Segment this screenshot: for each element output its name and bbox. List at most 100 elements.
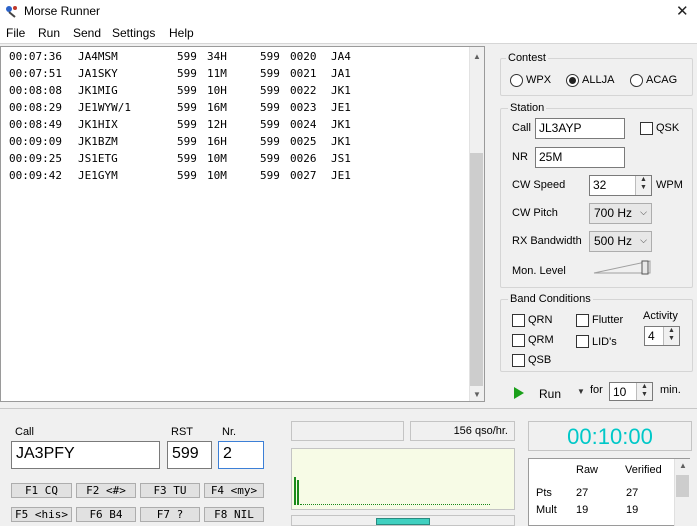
mon-level-label: Mon. Level	[512, 265, 566, 277]
app-icon	[6, 6, 17, 18]
entry-rst-label: RST	[171, 426, 193, 438]
radio-wpx[interactable]	[510, 74, 523, 87]
score-verified-pts: 27	[626, 487, 639, 499]
menu-send[interactable]: Send	[73, 26, 101, 40]
activity-label: Activity	[643, 310, 678, 322]
tuner-track[interactable]	[291, 515, 515, 526]
radio-acag[interactable]	[630, 74, 643, 87]
chevron-down-icon: ⌵	[640, 235, 647, 245]
spin-arrows-icon[interactable]: ▲ ▼	[636, 383, 652, 400]
divider	[0, 408, 697, 409]
run-minutes-spinner[interactable]: 10 ▲ ▼	[609, 382, 653, 401]
activity-value: 4	[648, 329, 655, 343]
station-call-field[interactable]: JL3AYP	[535, 118, 625, 139]
scroll-down-icon[interactable]: ▼	[473, 390, 481, 399]
qrn-checkbox[interactable]	[512, 314, 525, 327]
f2-exchange-button[interactable]: F2 <#>	[76, 483, 136, 498]
radio-allja[interactable]	[566, 74, 579, 87]
score-label-pts: Pts	[536, 487, 552, 499]
mon-level-slider[interactable]	[592, 259, 654, 275]
menu-settings[interactable]: Settings	[112, 26, 155, 40]
qsb-label: QSB	[528, 354, 552, 366]
chevron-down-icon: ⌵	[640, 207, 647, 217]
entry-nr-label: Nr.	[222, 426, 237, 438]
score-scrollbar[interactable]: ▲	[674, 459, 690, 526]
band-conditions-label: Band Conditions	[508, 293, 593, 305]
wpm-label: WPM	[656, 179, 683, 191]
spin-arrows-icon[interactable]: ▲ ▼	[635, 176, 651, 195]
station-call-label: Call	[512, 122, 531, 134]
score-header-verified: Verified	[625, 464, 662, 476]
contest-timer: 00:10:00	[528, 421, 692, 451]
station-nr-label: NR	[512, 151, 528, 163]
f7-query-button[interactable]: F7 ?	[140, 507, 200, 522]
menu-bar: File Run Send Settings Help	[0, 22, 697, 44]
qrm-checkbox[interactable]	[512, 334, 525, 347]
run-minutes-value: 10	[613, 385, 627, 399]
f5-his-button[interactable]: F5 <his>	[11, 507, 72, 522]
station-label: Station	[508, 102, 547, 114]
score-scroll-thumb[interactable]	[676, 475, 689, 497]
scope-bar	[294, 477, 296, 505]
scope-baseline	[300, 504, 490, 505]
min-label: min.	[660, 384, 681, 396]
run-button-label[interactable]: Run	[539, 387, 561, 401]
qsb-checkbox[interactable]	[512, 354, 525, 367]
lids-checkbox[interactable]	[576, 335, 589, 348]
f6-b4-button[interactable]: F6 B4	[76, 507, 136, 522]
cw-speed-value: 32	[593, 178, 607, 192]
qsk-label: QSK	[656, 122, 680, 134]
f3-tu-button[interactable]: F3 TU	[140, 483, 200, 498]
status-panel	[291, 421, 404, 441]
run-play-icon[interactable]	[513, 386, 525, 400]
lids-label: LID's	[592, 336, 617, 348]
activity-spinner[interactable]: 4 ▲ ▼	[644, 326, 680, 346]
f1-cq-button[interactable]: F1 CQ	[11, 483, 72, 498]
cw-pitch-label: CW Pitch	[512, 207, 558, 219]
menu-run[interactable]: Run	[38, 26, 60, 40]
score-raw-pts: 27	[576, 487, 589, 499]
qsk-checkbox[interactable]	[640, 122, 653, 135]
f4-my-button[interactable]: F4 <my>	[204, 483, 264, 498]
close-icon[interactable]: ✕	[676, 2, 689, 20]
entry-nr-field[interactable]: 2	[218, 441, 264, 469]
f8-nil-button[interactable]: F8 NIL	[204, 507, 264, 522]
flutter-label: Flutter	[592, 314, 624, 326]
scroll-thumb[interactable]	[470, 153, 483, 386]
rx-bandwidth-label: RX Bandwidth	[512, 235, 582, 247]
rx-bandwidth-value: 500 Hz	[594, 234, 633, 248]
cw-speed-spinner[interactable]: 32 ▲ ▼	[589, 175, 652, 196]
radio-allja-label: ALLJA	[582, 74, 615, 86]
score-table: Raw Verified Pts 27 27 Mult 19 19 ▲	[528, 458, 690, 526]
title-bar	[0, 0, 697, 22]
cw-pitch-select[interactable]: 700 Hz ⌵	[589, 203, 652, 224]
score-verified-mult: 19	[626, 504, 639, 516]
rx-bandwidth-select[interactable]: 500 Hz ⌵	[589, 231, 652, 252]
scroll-up-icon[interactable]: ▲	[473, 52, 481, 61]
entry-call-field[interactable]: JA3PFY	[11, 441, 160, 469]
scope-panel	[291, 448, 515, 510]
score-label-mult: Mult	[536, 504, 557, 516]
tuner-indicator[interactable]	[376, 518, 430, 525]
entry-call-label: Call	[15, 426, 34, 438]
qso-log[interactable]: 00:07:36 JA4MSM 599 34H 599 0020 JA4 00:07:51 J…	[0, 46, 485, 402]
scope-bar	[297, 480, 299, 505]
radio-selected-dot	[569, 77, 576, 84]
cw-pitch-value: 700 Hz	[594, 206, 633, 220]
station-nr-field[interactable]: 25M	[535, 147, 625, 168]
radio-wpx-label: WPX	[526, 74, 552, 86]
run-dropdown-icon[interactable]: ▼	[577, 387, 585, 396]
scroll-up-icon[interactable]: ▲	[679, 461, 687, 470]
cw-speed-label: CW Speed	[512, 179, 566, 191]
spin-arrows-icon[interactable]: ▲ ▼	[663, 327, 679, 345]
score-raw-mult: 19	[576, 504, 589, 516]
radio-acag-label: ACAG	[646, 74, 678, 86]
menu-file[interactable]: File	[6, 26, 25, 40]
flutter-checkbox[interactable]	[576, 314, 589, 327]
slider-thumb	[641, 260, 649, 275]
rate-display: 156 qso/hr.	[410, 421, 515, 441]
menu-help[interactable]: Help	[169, 26, 194, 40]
entry-rst-field[interactable]: 599	[167, 441, 212, 469]
contest-label: Contest	[506, 52, 548, 64]
window-title: Morse Runner	[24, 4, 101, 18]
